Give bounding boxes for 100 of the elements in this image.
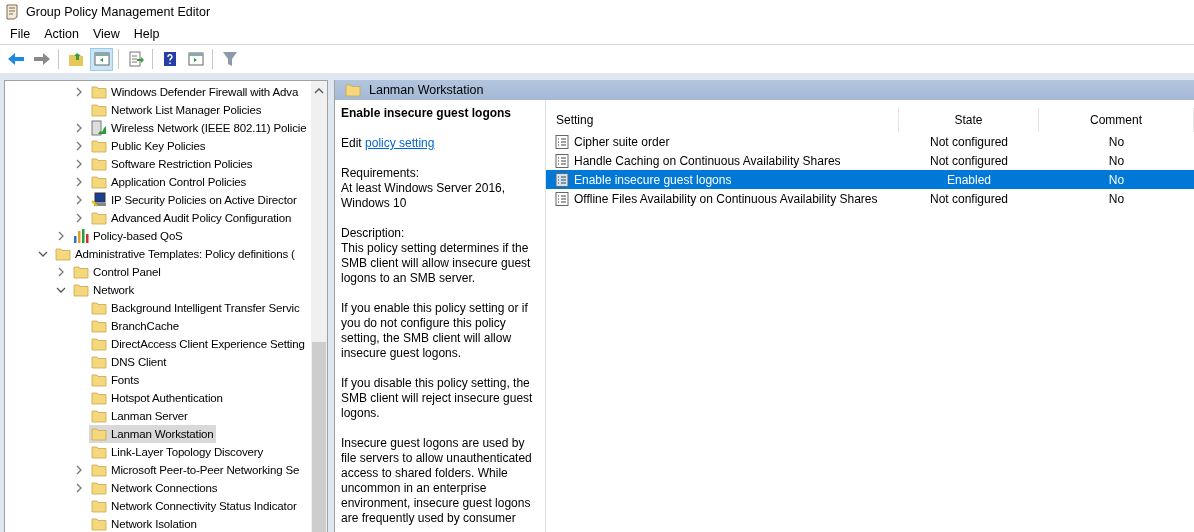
state-cell-text: Enabled — [945, 172, 992, 187]
export-list-icon — [127, 51, 144, 67]
tree-item[interactable]: DirectAccess Client Experience Setting — [89, 335, 307, 353]
folder-icon — [91, 175, 107, 189]
folder-icon — [91, 499, 107, 513]
chevron-right-icon[interactable] — [76, 123, 82, 133]
folder-icon — [91, 373, 107, 387]
description-text: Requirements: At least Windows Server 2016, Windows 10 — [341, 166, 507, 211]
chevron-right-icon[interactable] — [76, 465, 82, 475]
scroll-up-icon[interactable] — [314, 87, 324, 95]
tree-item[interactable]: BranchCache — [89, 317, 182, 335]
table-row[interactable]: Handle Caching on Continuous Availability Shares Not configured No — [546, 151, 1194, 170]
folder-icon — [91, 517, 107, 531]
tree-item[interactable]: Network Isolation — [89, 515, 199, 532]
state-cell-text: Not configured — [928, 153, 1009, 168]
back-arrow-icon — [6, 52, 25, 66]
menu-item[interactable]: Action — [38, 25, 85, 43]
panel-icon — [187, 52, 204, 66]
tree-item[interactable]: Network — [71, 281, 137, 299]
tree-item[interactable]: Control Panel — [71, 263, 163, 281]
scroll-thumb[interactable] — [312, 342, 326, 532]
setting-name: Offline Files Availability on Continuous Availability Shares — [574, 191, 878, 206]
setting-name: Enable insecure guest logons — [574, 172, 732, 187]
folder-icon — [91, 139, 107, 153]
help-icon — [162, 51, 177, 67]
folder-icon — [55, 247, 71, 261]
menu-item[interactable]: View — [86, 25, 126, 43]
scrollbar[interactable] — [311, 81, 327, 532]
folder-icon — [91, 427, 107, 441]
tree-item[interactable]: Lanman Workstation — [89, 425, 216, 443]
filter-icon — [221, 51, 238, 67]
tree-item[interactable]: DNS Client — [89, 353, 169, 371]
monitor-key-icon — [91, 192, 107, 208]
chevron-right-icon[interactable] — [58, 267, 64, 277]
policy-setting-icon — [555, 191, 569, 206]
chevron-down-icon[interactable] — [38, 251, 48, 257]
folder-icon — [91, 481, 107, 495]
folder-icon — [73, 283, 89, 297]
chevron-right-icon[interactable] — [76, 177, 82, 187]
policy-title: Enable insecure guest logons — [341, 106, 513, 120]
chevron-right-icon[interactable] — [76, 159, 82, 169]
tree-item[interactable]: Administrative Templates: Policy definitions ( — [53, 245, 297, 263]
table-row[interactable]: Cipher suite order Not configured No — [546, 132, 1194, 151]
tree-item[interactable]: Network Connections — [89, 479, 220, 497]
tree-item[interactable]: Lanman Server — [89, 407, 190, 425]
policy-setting-link[interactable]: policy setting — [365, 136, 435, 150]
chevron-right-icon[interactable] — [76, 483, 82, 493]
folder-icon — [91, 445, 107, 459]
chevron-down-icon[interactable] — [56, 287, 66, 293]
table-row[interactable]: Enable insecure guest logons Enabled No — [546, 170, 1194, 189]
tree-item[interactable]: Policy-based QoS — [71, 227, 185, 245]
chevron-right-icon[interactable] — [76, 141, 82, 151]
column-header[interactable]: Setting — [546, 108, 899, 132]
tree-item[interactable]: Software Restriction Policies — [89, 155, 255, 173]
chevron-right-icon[interactable] — [76, 213, 82, 223]
comment-cell-text: No — [1107, 134, 1126, 149]
tree-item[interactable]: Network Connectivity Status Indicator — [89, 497, 299, 515]
folder-icon — [91, 337, 107, 351]
forward-arrow-icon — [32, 52, 51, 66]
folder-icon — [91, 103, 107, 117]
description-text: Insecure guest logons are used by file servers to allow unauthenticated access to shared folders. While uncommon in an enterprise environment, insecure guest logons are frequently used by consumer — [341, 436, 533, 526]
panel-icon — [93, 52, 110, 66]
column-header[interactable]: State — [899, 108, 1039, 132]
setting-name: Cipher suite order — [574, 134, 670, 149]
folder-icon — [91, 463, 107, 477]
wireless-icon — [91, 120, 107, 136]
chevron-right-icon[interactable] — [76, 195, 82, 205]
comment-cell-text: No — [1107, 191, 1126, 206]
tree-item[interactable]: Hotspot Authentication — [89, 389, 225, 407]
table-row[interactable]: Offline Files Availability on Continuous Availability Shares Not configured No — [546, 189, 1194, 208]
tree-item[interactable]: Microsoft Peer-to-Peer Networking Se — [89, 461, 302, 479]
description-text: If you disable this policy setting, the SMB client will reject insecure guest logons. — [341, 376, 534, 421]
folder-icon — [345, 83, 361, 97]
folder-icon — [91, 355, 107, 369]
tree-item[interactable]: IP Security Policies on Active Director — [89, 191, 299, 209]
folder-icon — [73, 265, 89, 279]
tree-item[interactable]: Application Control Policies — [89, 173, 249, 191]
folder-up-icon — [67, 51, 84, 67]
tree-item[interactable]: Public Key Policies — [89, 137, 208, 155]
policy-setting-icon — [555, 134, 569, 149]
tree-item[interactable]: Link-Layer Topology Discovery — [89, 443, 266, 461]
menu-item[interactable]: File — [4, 25, 37, 43]
comment-cell-text: No — [1107, 172, 1126, 187]
state-cell-text: Not configured — [928, 134, 1009, 149]
folder-icon — [91, 391, 107, 405]
tree-item[interactable]: Wireless Network (IEEE 802.11) Policie — [89, 119, 309, 137]
tree-item[interactable]: Network List Manager Policies — [89, 101, 264, 119]
folder-icon — [91, 85, 107, 99]
menu-item[interactable]: Help — [127, 25, 166, 43]
tree-item[interactable]: Windows Defender Firewall with Adva — [89, 83, 301, 101]
pane-title: Lanman Workstation — [369, 83, 484, 97]
chevron-right-icon[interactable] — [58, 231, 64, 241]
tree-item[interactable]: Background Intelligent Transfer Servic — [89, 299, 302, 317]
tree-item[interactable]: Fonts — [89, 371, 141, 389]
folder-icon — [91, 319, 107, 333]
tree-item[interactable]: Advanced Audit Policy Configuration — [89, 209, 294, 227]
chevron-right-icon[interactable] — [76, 87, 82, 97]
column-header[interactable]: Comment — [1039, 108, 1194, 132]
state-cell-text: Not configured — [928, 191, 1009, 206]
policy-setting-icon — [555, 172, 569, 187]
